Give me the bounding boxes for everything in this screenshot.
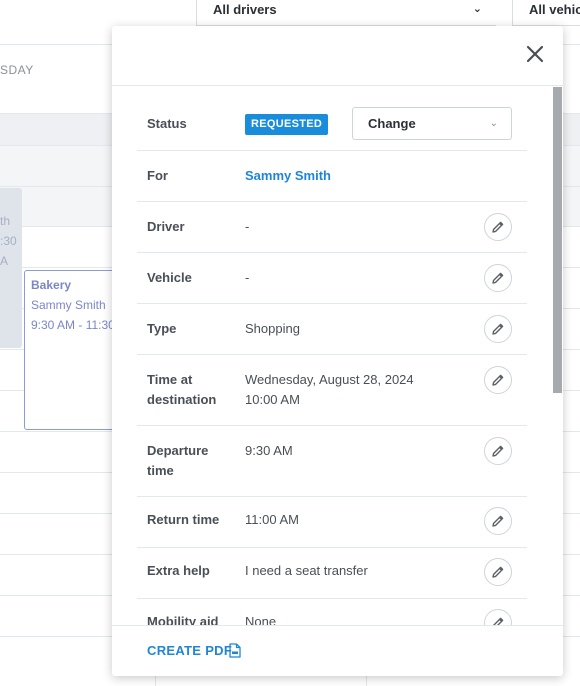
departure-time-label: Departure time [147,443,209,478]
type-label: Type [147,321,177,336]
modal-footer: CREATE PDF [112,625,563,676]
pencil-icon [492,221,504,233]
create-pdf-button[interactable]: CREATE PDF [147,642,232,660]
mobility-aid-label: Mobility aid [147,614,219,626]
ride-details-list: Status REQUESTED Change ⌄ For Sammy Smit… [137,86,527,626]
status-label: Status [147,116,187,131]
return-time-label: Return time [147,512,220,527]
time-at-destination-row: Time at destination Wednesday, August 28… [137,355,527,426]
driver-value: - [245,219,250,234]
departure-time-value: 9:30 AM [245,443,293,458]
pencil-icon [492,515,504,527]
edit-extra-help-button[interactable] [484,558,512,586]
status-badge: REQUESTED [245,114,329,135]
day-header: SDAY [0,63,34,77]
drivers-filter-select[interactable]: All drivers ⌄ [196,0,496,26]
modal-scrollbar-thumb[interactable] [553,87,562,393]
mobility-aid-value: None [245,614,277,626]
change-status-dropdown[interactable]: Change ⌄ [352,107,512,140]
mobility-aid-row: Mobility aid None [137,599,527,626]
calendar-event[interactable]: Bakery Sammy Smith 9:30 AM - 11:30 AM [24,270,124,430]
edit-time-at-destination-button[interactable] [484,366,512,394]
pencil-icon [492,566,504,578]
drivers-filter-label: All drivers [213,2,277,17]
return-time-value: 11:00 AM [245,512,299,527]
pencil-icon [492,272,504,284]
driver-row: Driver - [137,202,527,253]
time-at-destination-label: Time at destination [147,372,217,407]
edit-departure-time-button[interactable] [484,437,512,465]
edit-driver-button[interactable] [484,213,512,241]
type-row: Type Shopping [137,304,527,355]
ride-details-modal: Status REQUESTED Change ⌄ For Sammy Smit… [112,26,563,676]
edit-vehicle-button[interactable] [484,264,512,292]
return-time-row: Return time 11:00 AM [137,497,527,548]
destination-time-value: 10:00 AM [245,392,300,407]
modal-body: Status REQUESTED Change ⌄ For Sammy Smit… [112,86,563,626]
pencil-icon [492,323,504,335]
event-line: :30 A [0,234,17,268]
extra-help-value: I need a seat transfer [245,563,368,578]
vehicle-label: Vehicle [147,270,192,285]
event-line: th [0,214,11,228]
type-value: Shopping [245,321,300,336]
destination-date-value: Wednesday, August 28, 2024 [245,372,414,387]
for-label: For [147,168,168,183]
edit-return-time-button[interactable] [484,507,512,535]
for-row: For Sammy Smith [137,151,527,202]
vehicles-filter-select[interactable]: All vehic [512,0,580,26]
chevron-down-icon: ⌄ [489,118,498,129]
status-row: Status REQUESTED Change ⌄ [137,86,527,151]
event-title: Bakery [31,278,72,292]
modal-header [112,26,563,86]
close-icon [526,45,544,63]
pencil-icon [492,445,504,457]
vehicle-row: Vehicle - [137,253,527,304]
departure-time-row: Departure time 9:30 AM [137,426,527,497]
vehicle-value: - [245,270,250,285]
pencil-icon [492,374,504,386]
edit-mobility-aid-button[interactable] [484,609,512,626]
extra-help-label: Extra help [147,563,210,578]
chevron-down-icon: ⌄ [472,3,482,15]
close-button[interactable] [522,41,548,67]
pdf-file-icon[interactable] [229,643,241,658]
event-person: Sammy Smith [31,298,106,312]
change-status-label: Change [368,116,416,131]
edit-type-button[interactable] [484,315,512,343]
event-time: 9:30 AM - 11:30 AM [31,318,123,332]
vehicles-filter-label: All vehic [529,2,580,17]
for-value-link[interactable]: Sammy Smith [245,166,331,186]
extra-help-row: Extra help I need a seat transfer [137,548,527,599]
driver-label: Driver [147,219,185,234]
calendar-event-partial[interactable]: th :30 A [0,188,22,348]
